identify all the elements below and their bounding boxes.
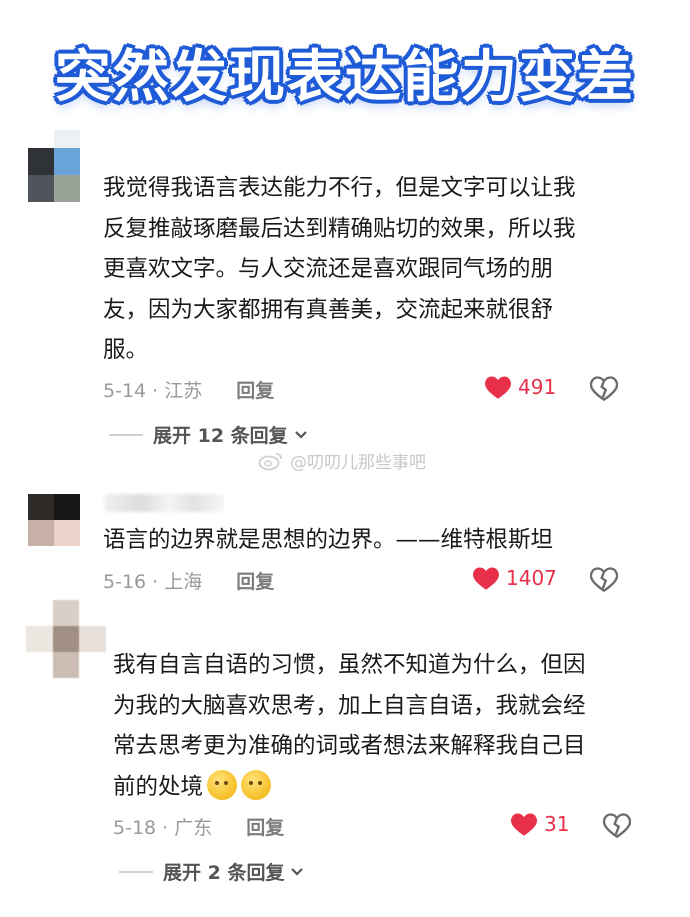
avatar[interactable] (28, 130, 80, 202)
page-title: 突然发现表达能力变差 (55, 45, 635, 110)
heart-icon (473, 567, 499, 590)
comment-line-text: 前的处境 (113, 773, 204, 800)
comment-line: 为我的大脑喜欢思考，加上自言自语，我就会经 (113, 692, 586, 719)
expand-replies-label: 展开 12 条回复 (153, 425, 288, 447)
comment-line: 反复推敲琢磨最后达到精确贴切的效果，所以我 (103, 215, 576, 242)
expand-replies-button[interactable]: 展开 2 条回复 (119, 858, 304, 885)
dislike-button[interactable] (602, 812, 632, 842)
thinking-emoji (241, 769, 272, 800)
dislike-button[interactable] (589, 566, 619, 596)
comment-meta: 5-14 · 江苏 回复 (103, 376, 274, 403)
reply-button[interactable]: 回复 (246, 817, 284, 839)
watermark-text: @叨叨儿那些事吧 (290, 453, 426, 473)
comment-body: 语言的边界就是思想的边界。——维特根斯坦 (103, 520, 553, 561)
like-button[interactable]: 491 (484, 374, 556, 400)
comment-meta: 5-18 · 广东 回复 (113, 813, 284, 840)
comment-date-location: 5-18 · 广东 (113, 817, 213, 839)
comment-date-location: 5-14 · 江苏 (103, 380, 203, 402)
comment-line: 我有自言自语的习惯，虽然不知道为什么，但因 (113, 652, 586, 678)
chevron-down-icon (294, 430, 307, 439)
watermark: @叨叨儿那些事吧 (258, 448, 426, 473)
username-blurred (104, 494, 224, 512)
heart-icon (511, 813, 537, 836)
comment-date-location: 5-16 · 上海 (103, 571, 203, 593)
divider (109, 433, 143, 436)
comment-line: 前的处境 (113, 767, 586, 808)
comment-body: 我觉得我语言表达能力不行，但是文字可以让我 反复推敲琢磨最后达到精确贴切的效果，… (103, 168, 576, 371)
comments-screen: 突然发现表达能力变差 我觉得我语言表达能力不行，但是文字可以让我 反复推敲琢磨最… (0, 0, 690, 917)
expand-replies-button[interactable]: 展开 12 条回复 (109, 421, 308, 448)
divider (119, 870, 153, 873)
comment-line: 我觉得我语言表达能力不行，但是文字可以让我 (103, 175, 576, 201)
like-count: 1407 (506, 566, 557, 590)
expand-replies-label: 展开 2 条回复 (163, 862, 285, 884)
dislike-button[interactable] (589, 375, 619, 405)
broken-heart-icon (602, 813, 632, 839)
like-button[interactable]: 1407 (472, 565, 557, 591)
comment-line: 语言的边界就是思想的边界。——维特根斯坦 (103, 527, 554, 553)
comment-meta: 5-16 · 上海 回复 (103, 567, 274, 594)
comment-line: 常去思考更为准确的词或者想法来解释我自己目 (113, 733, 586, 759)
like-count: 491 (518, 375, 557, 399)
like-button[interactable]: 31 (510, 811, 569, 837)
comment-line: 更喜欢文字。与人交流还是喜欢跟同气场的朋 (103, 256, 554, 282)
reply-button[interactable]: 回复 (236, 571, 274, 593)
avatar[interactable] (26, 600, 106, 678)
reply-button[interactable]: 回复 (236, 380, 274, 402)
avatar[interactable] (28, 494, 80, 546)
comment-body: 我有自言自语的习惯，虽然不知道为什么，但因 为我的大脑喜欢思考，加上自言自语，我… (113, 645, 586, 807)
comment-line: 服。 (103, 337, 149, 363)
heart-icon (485, 376, 511, 399)
broken-heart-icon (589, 376, 619, 402)
weibo-icon (258, 452, 282, 470)
broken-heart-icon (589, 567, 619, 593)
comment-line: 友，因为大家都拥有真善美，交流起来就很舒 (103, 296, 554, 323)
like-count: 31 (544, 812, 570, 836)
thinking-emoji (207, 769, 238, 800)
chevron-down-icon (291, 867, 304, 876)
